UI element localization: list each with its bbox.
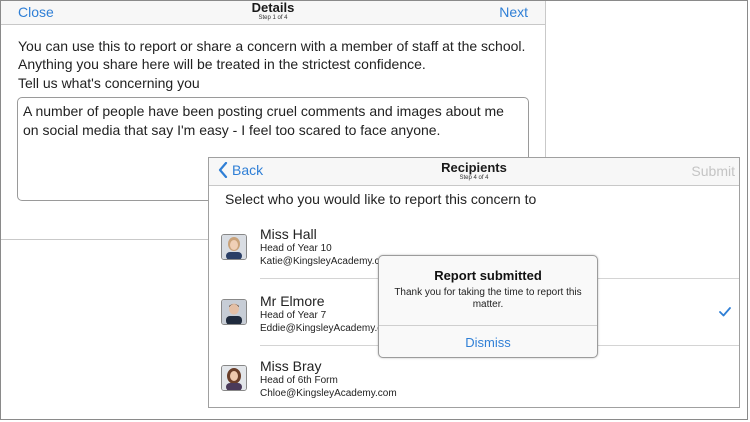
recipients-heading: Select who you would like to report this… bbox=[225, 191, 537, 207]
submit-button[interactable]: Submit bbox=[691, 163, 735, 179]
recipient-name: Miss Bray bbox=[260, 358, 322, 374]
avatar bbox=[221, 234, 247, 260]
recipient-name: Miss Hall bbox=[260, 226, 317, 242]
recipients-navbar: Back Recipients Step 4 of 4 Submit bbox=[209, 158, 739, 186]
avatar bbox=[221, 365, 247, 391]
alert-message: Thank you for taking the time to report … bbox=[394, 287, 582, 310]
avatar bbox=[221, 299, 247, 325]
recipient-email: Eddie@KingsleyAcademy.c bbox=[260, 323, 383, 334]
recipient-email: Chloe@KingsleyAcademy.com bbox=[260, 388, 397, 399]
details-step-label: Step 1 of 4 bbox=[258, 15, 288, 21]
report-submitted-alert: Report submitted Thank you for taking th… bbox=[378, 255, 598, 358]
alert-divider bbox=[379, 325, 597, 326]
recipient-name: Mr Elmore bbox=[260, 293, 325, 309]
recipient-email: Katie@KingsleyAcademy.c bbox=[260, 256, 380, 267]
recipient-role: Head of Year 10 bbox=[260, 243, 332, 254]
recipients-title: Recipients bbox=[441, 160, 507, 175]
dismiss-button[interactable]: Dismiss bbox=[379, 335, 597, 350]
concern-prompt: Tell us what's concerning you bbox=[18, 75, 200, 91]
recipients-step-label: Step 4 of 4 bbox=[459, 175, 489, 181]
details-navbar: Close Details Step 1 of 4 Next bbox=[1, 1, 545, 25]
alert-title: Report submitted bbox=[434, 268, 542, 283]
checkmark-icon bbox=[719, 307, 731, 317]
recipient-role: Head of Year 7 bbox=[260, 310, 327, 321]
intro-text: You can use this to report or share a co… bbox=[18, 38, 526, 72]
details-title: Details bbox=[251, 0, 295, 15]
recipient-row-miss-bray[interactable]: Miss Bray Head of 6th Form Chloe@Kingsle… bbox=[209, 358, 739, 420]
next-button[interactable]: Next bbox=[499, 4, 528, 20]
recipient-role: Head of 6th Form bbox=[260, 375, 338, 386]
